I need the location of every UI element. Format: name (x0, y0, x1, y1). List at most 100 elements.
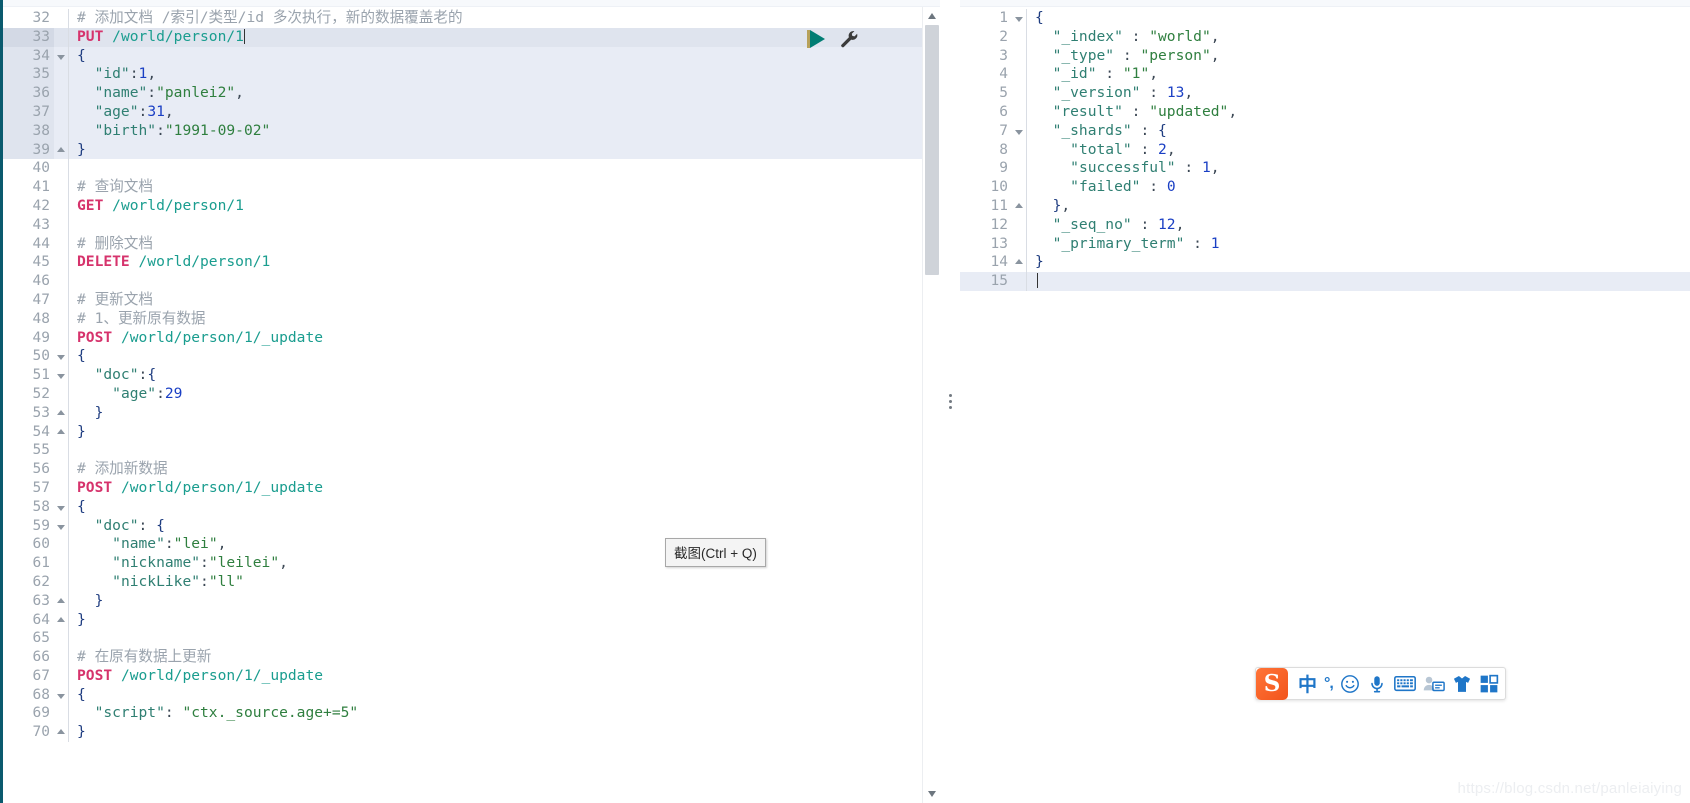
output-line[interactable]: 2 "_index" : "world", (960, 27, 1690, 47)
editor-line[interactable]: 49 POST /world/person/1/_update (0, 328, 930, 348)
line-number: 70 (32, 724, 50, 741)
editor-line[interactable]: 45 DELETE /world/person/1 (0, 253, 930, 273)
scrollbar-up-arrow-icon[interactable] (923, 7, 940, 25)
punctuation-mode-icon[interactable]: °, (1324, 672, 1334, 696)
user-card-icon[interactable] (1423, 672, 1445, 696)
fold-down-icon[interactable] (54, 498, 68, 517)
fold-up-icon[interactable] (54, 141, 68, 160)
editor-line[interactable]: 47 # 更新文档 (0, 290, 930, 310)
output-line[interactable]: 13 "_primary_term" : 1 (960, 234, 1690, 254)
fold-up-icon[interactable] (54, 423, 68, 442)
output-line-number: 11 (990, 197, 1008, 214)
editor-line[interactable]: 59 "doc": { (0, 516, 930, 536)
editor-line[interactable]: 48 # 1、更新原有数据 (0, 309, 930, 329)
editor-line[interactable]: 43 (0, 215, 930, 235)
output-line[interactable]: 14} (960, 253, 1690, 273)
output-fold-down-icon[interactable] (1012, 9, 1026, 28)
editor-line[interactable]: 60 "name":"lei", (0, 535, 930, 555)
editor-line[interactable]: 46 (0, 272, 930, 291)
wrench-icon[interactable] (839, 29, 859, 49)
scrollbar-down-arrow-icon[interactable] (923, 785, 940, 803)
line-number: 68 (32, 686, 50, 703)
output-line-list[interactable]: 1{2 "_index" : "world", 3 "_type" : "pers… (960, 9, 1690, 291)
output-line[interactable]: 10 "failed" : 0 (960, 178, 1690, 197)
pane-resizer[interactable] (940, 0, 960, 803)
output-line[interactable]: 6 "result" : "updated", (960, 102, 1690, 122)
editor-line[interactable]: 66 # 在原有数据上更新 (0, 648, 930, 667)
sogou-logo-icon[interactable]: S (1256, 667, 1288, 700)
output-line[interactable]: 15 (960, 272, 1690, 291)
editor-vertical-scrollbar[interactable] (922, 7, 940, 803)
editor-line[interactable]: 67 POST /world/person/1/_update (0, 666, 930, 686)
fold-up-icon[interactable] (54, 611, 68, 630)
editor-line[interactable]: 35 "id":1, (0, 65, 930, 85)
editor-line[interactable]: 54} (0, 422, 930, 442)
skin-theme-icon[interactable] (1452, 672, 1472, 696)
request-editor-code-area[interactable]: 32 # 添加文档 /索引/类型/id 多次执行，新的数据覆盖老的 33 PUT /w… (0, 7, 930, 803)
output-line[interactable]: 1{ (960, 9, 1690, 28)
editor-line[interactable]: 58 { (0, 497, 930, 517)
editor-line[interactable]: 53 } (0, 403, 930, 423)
editor-line[interactable]: 55 (0, 441, 930, 461)
editor-line[interactable]: 57 POST /world/person/1/_update (0, 478, 930, 498)
sogou-ime-toolbar[interactable]: S 中 °, (1255, 667, 1506, 700)
fold-down-icon[interactable] (54, 47, 68, 66)
output-fold-placeholder (1012, 235, 1026, 254)
fold-up-icon[interactable] (54, 404, 68, 423)
language-mode-icon[interactable]: 中 (1298, 672, 1317, 696)
fold-down-icon[interactable] (54, 366, 68, 385)
editor-line[interactable]: 63 } (0, 591, 930, 611)
fold-down-icon[interactable] (54, 686, 68, 705)
editor-line[interactable]: 36 "name":"panlei2", (0, 84, 930, 103)
scrollbar-thumb[interactable] (925, 25, 939, 275)
editor-line[interactable]: 34 { (0, 46, 930, 66)
code-token: , (1166, 140, 1176, 158)
output-line[interactable]: 12 "_seq_no" : 12, (960, 215, 1690, 235)
output-line[interactable]: 9 "successful" : 1, (960, 159, 1690, 179)
output-line[interactable]: 8 "total" : 2, (960, 140, 1690, 160)
editor-line[interactable]: 37 "age":31, (0, 102, 930, 122)
code-token: , (1061, 196, 1071, 214)
output-line[interactable]: 11 }, (960, 196, 1690, 216)
editor-line[interactable]: 32 # 添加文档 /索引/类型/id 多次执行，新的数据覆盖老的 (0, 9, 930, 28)
output-fold-placeholder (1012, 216, 1026, 235)
code-token: , (164, 102, 174, 120)
editor-line[interactable]: 61 "nickname":"leilei", (0, 554, 930, 573)
emoji-picker-icon[interactable] (1340, 672, 1360, 696)
editor-line[interactable]: 70} (0, 723, 930, 743)
fold-up-icon[interactable] (54, 592, 68, 611)
editor-line[interactable]: 64} (0, 610, 930, 630)
line-number: 44 (32, 235, 50, 252)
editor-line[interactable]: 38 "birth":"1991-09-02" (0, 121, 930, 141)
voice-input-icon[interactable] (1367, 672, 1387, 696)
toolbox-grid-icon[interactable] (1479, 672, 1499, 696)
soft-keyboard-icon[interactable] (1393, 672, 1416, 696)
editor-line[interactable]: 69 "script": "ctx._source.age+=5" (0, 704, 930, 724)
fold-up-icon[interactable] (54, 723, 68, 742)
fold-down-icon[interactable] (54, 517, 68, 536)
editor-line[interactable]: 51 "doc":{ (0, 366, 930, 385)
editor-line[interactable]: 68 { (0, 685, 930, 705)
editor-line[interactable]: 62 "nickLike":"ll" (0, 572, 930, 592)
editor-line[interactable]: 39} (0, 140, 930, 160)
output-fold-up-icon[interactable] (1012, 253, 1026, 272)
editor-line[interactable]: 52 "age":29 (0, 384, 930, 404)
output-line[interactable]: 4 "_id" : "1", (960, 65, 1690, 85)
code-token: "lei" (173, 535, 218, 553)
output-line[interactable]: 7 "_shards" : { (960, 121, 1690, 141)
output-line[interactable]: 5 "_version" : 13, (960, 84, 1690, 103)
editor-line[interactable]: 56 # 添加新数据 (0, 460, 930, 479)
output-line[interactable]: 3 "_type" : "person", (960, 46, 1690, 66)
editor-line[interactable]: 33 PUT /world/person/1 (0, 27, 930, 47)
editor-line[interactable]: 42 GET /world/person/1 (0, 196, 930, 216)
editor-line[interactable]: 40 (0, 159, 930, 179)
output-fold-down-icon[interactable] (1012, 122, 1026, 141)
play-request-icon[interactable] (807, 30, 825, 48)
editor-line[interactable]: 50 { (0, 347, 930, 367)
editor-line[interactable]: 41 # 查询文档 (0, 178, 930, 197)
editor-line[interactable]: 44 # 删除文档 (0, 234, 930, 254)
output-fold-up-icon[interactable] (1012, 197, 1026, 216)
fold-down-icon[interactable] (54, 347, 68, 366)
editor-line[interactable]: 65 (0, 629, 930, 649)
